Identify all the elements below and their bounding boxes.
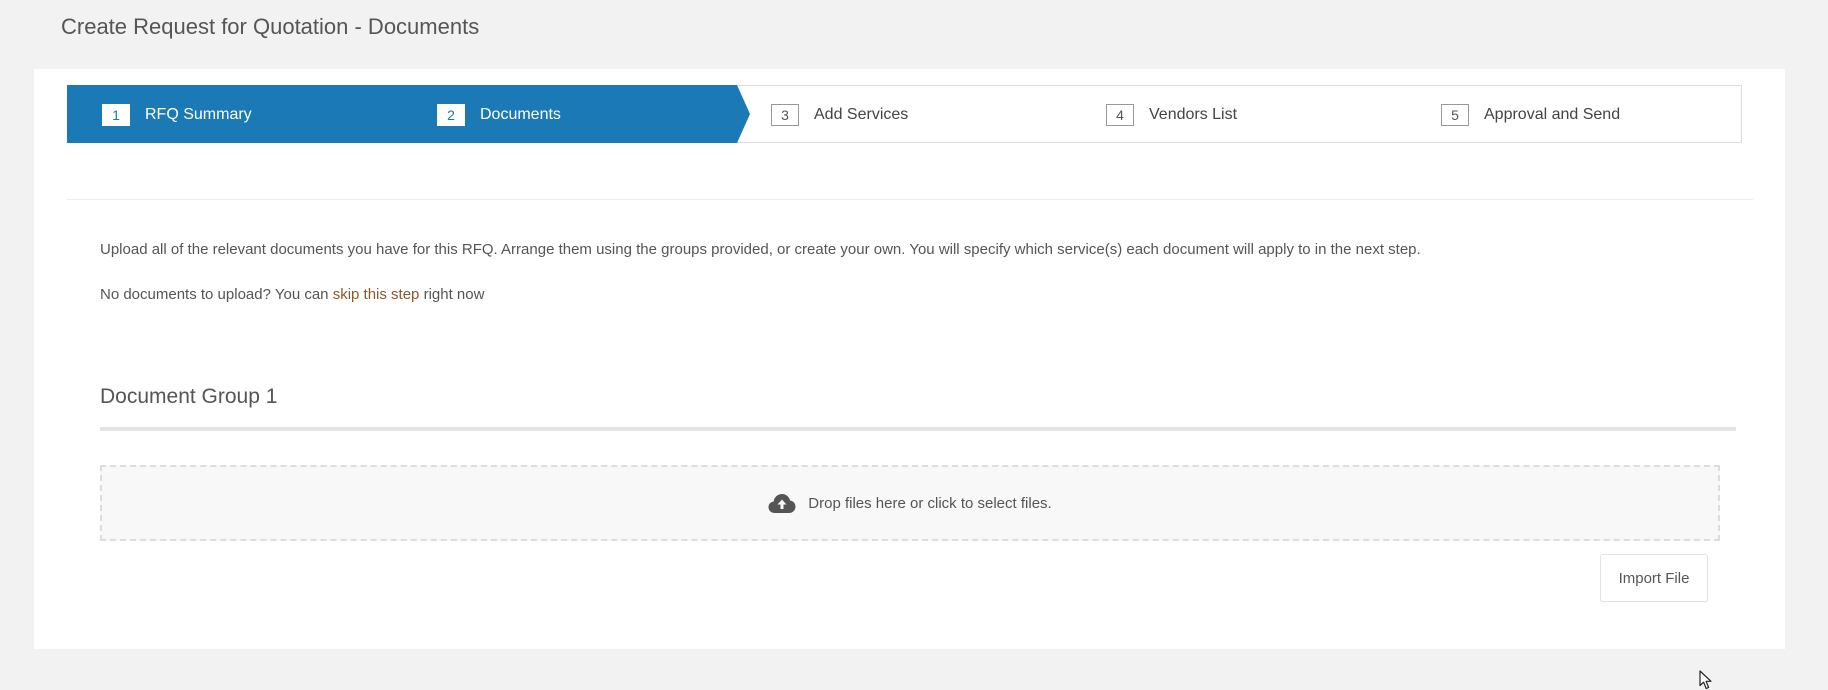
step-label: RFQ Summary (145, 106, 252, 123)
import-file-button[interactable]: Import File (1600, 554, 1708, 602)
wizard-step-rfq-summary[interactable]: 1 RFQ Summary (102, 103, 252, 127)
page-title: Create Request for Quotation - Documents (61, 14, 480, 39)
step-number: 2 (437, 104, 465, 126)
step-number: 3 (771, 104, 799, 126)
dropzone-text: Drop files here or click to select files… (808, 494, 1052, 512)
step-number: 1 (102, 104, 130, 126)
skip-suffix: right now (423, 286, 485, 303)
mouse-pointer-icon (1699, 670, 1712, 690)
cloud-upload-icon (768, 494, 796, 513)
skip-step-link[interactable]: skip this step (333, 286, 420, 303)
intro-text: Upload all of the relevant documents you… (100, 241, 1421, 258)
wizard-steps: 1 RFQ Summary 2 Documents 3 Add Services… (67, 85, 1742, 143)
skip-line: No documents to upload? You can skip thi… (100, 286, 484, 303)
group-title-underline (100, 427, 1736, 431)
document-group-title: Document Group 1 (100, 385, 278, 408)
step-label: Approval and Send (1484, 106, 1621, 123)
section-divider (67, 199, 1753, 200)
main-panel: 1 RFQ Summary 2 Documents 3 Add Services… (34, 69, 1785, 690)
wizard-step-documents[interactable]: 2 Documents (437, 103, 561, 127)
step-number: 5 (1441, 104, 1469, 126)
file-dropzone[interactable]: Drop files here or click to select files… (100, 465, 1720, 541)
step-number: 4 (1106, 104, 1134, 126)
step-label: Documents (480, 106, 561, 123)
step-label: Vendors List (1149, 106, 1238, 123)
step-label: Add Services (814, 106, 909, 123)
wizard-step-add-services[interactable]: 3 Add Services (771, 103, 908, 127)
wizard-step-approval-and-send[interactable]: 5 Approval and Send (1441, 103, 1620, 127)
wizard-step-vendors-list[interactable]: 4 Vendors List (1106, 103, 1237, 127)
skip-prefix: No documents to upload? You can (100, 286, 329, 303)
